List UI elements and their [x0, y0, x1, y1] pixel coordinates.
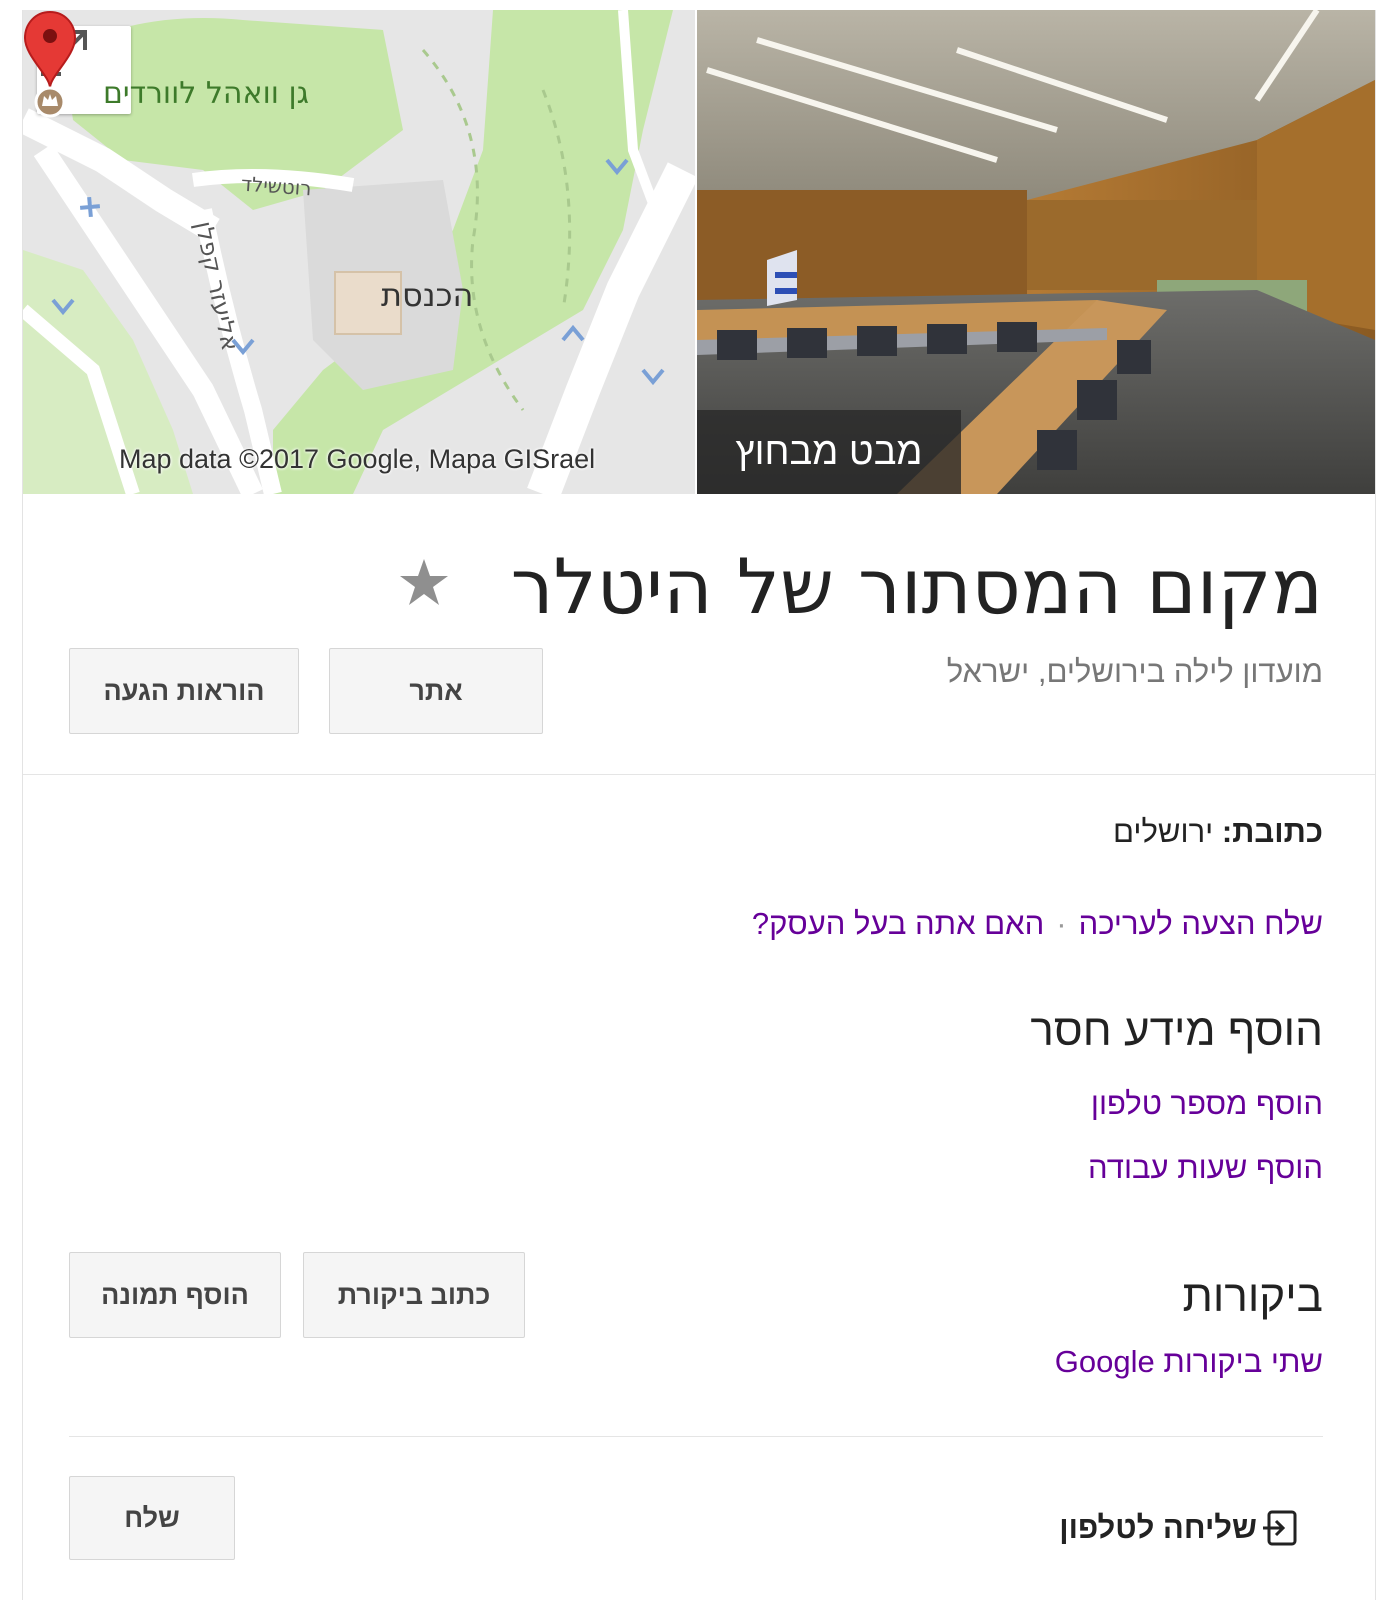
edit-links-row: שלח הצעה לעריכה · האם אתה בעל העסק?: [752, 906, 1323, 942]
address-row: כתובת: ירושלים: [1113, 814, 1323, 850]
write-review-button[interactable]: כתוב ביקורת: [303, 1252, 525, 1338]
map-park-label: גן וואהל לוורדים: [103, 76, 309, 111]
divider: [23, 774, 1375, 775]
knowledge-panel: גן וואהל לוורדים רוטשילד אליעזר קפלן הכנ…: [22, 10, 1376, 1600]
send-to-phone-label: שליחה לטלפון: [1059, 1510, 1257, 1545]
directions-button[interactable]: הוראות הגעה: [69, 648, 299, 734]
divider: [69, 1436, 1323, 1437]
send-button[interactable]: שלח: [69, 1476, 235, 1560]
add-phone-link[interactable]: הוסף מספר טלפון: [1091, 1086, 1323, 1122]
reviews-count-link[interactable]: שתי ביקורות Google: [1055, 1344, 1323, 1380]
street-view-photo[interactable]: מבט מבחוץ: [697, 10, 1375, 494]
missing-info-heading: הוסף מידע חסר: [1030, 1006, 1323, 1055]
add-photo-button[interactable]: הוסף תמונה: [69, 1252, 281, 1338]
map-street-label: רוטשילד: [240, 171, 313, 201]
map-pin-icon: [23, 10, 77, 118]
send-to-phone-icon: [1263, 1510, 1297, 1546]
suggest-edit-link[interactable]: שלח הצעה לעריכה: [1079, 906, 1323, 941]
own-business-link[interactable]: האם אתה בעל העסק?: [752, 906, 1044, 941]
header-media: גן וואהל לוורדים רוטשילד אליעזר קפלן הכנ…: [23, 10, 1375, 494]
reviews-heading: ביקורות: [1182, 1272, 1323, 1321]
address-value: ירושלים: [1113, 814, 1214, 849]
separator: ·: [1056, 906, 1067, 941]
save-star-icon[interactable]: [397, 556, 451, 610]
place-subtitle: מועדון לילה בירושלים, ישראל: [946, 654, 1323, 689]
send-to-phone-row: שליחה לטלפון: [1059, 1508, 1301, 1548]
page-title: מקום המסתור של היטלר: [510, 542, 1323, 631]
address-key: כתובת:: [1221, 814, 1323, 849]
website-button[interactable]: אתר: [329, 648, 543, 734]
map-thumbnail[interactable]: גן וואהל לוורדים רוטשילד אליעזר קפלן הכנ…: [23, 10, 695, 494]
add-hours-link[interactable]: הוסף שעות עבודה: [1088, 1150, 1323, 1186]
map-attribution: Map data ©2017 Google, Mapa GISrael: [119, 444, 596, 474]
photo-caption: מבט מבחוץ: [697, 410, 961, 494]
map-place-label: הכנסת: [381, 276, 474, 314]
